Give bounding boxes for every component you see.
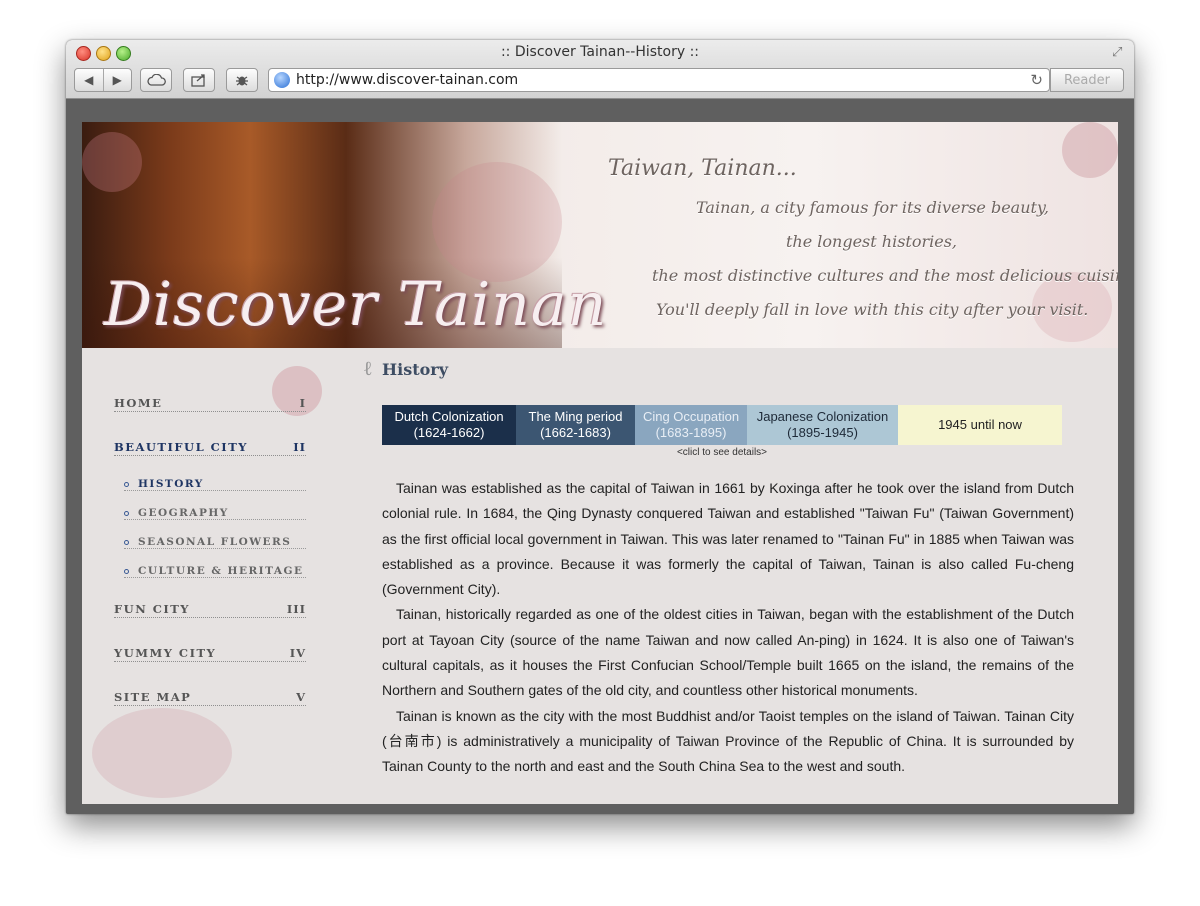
banner-tagline: the most distinctive cultures and the mo…: [652, 266, 1118, 285]
timeline-period-name: 1945 until now: [938, 417, 1022, 432]
bullet-icon: [124, 540, 129, 545]
nav-sub-history[interactable]: HISTORY: [124, 476, 306, 491]
share-button[interactable]: [183, 68, 215, 92]
address-bar[interactable]: http://www.discover-tainan.com ↻: [268, 68, 1050, 92]
forward-arrow-icon: ▶: [112, 73, 122, 87]
header-banner: Discover Tainan Taiwan, Tainan... Tainan…: [82, 122, 1118, 348]
timeline-period-name: Cing Occupation: [642, 409, 740, 424]
nav-fun-city[interactable]: FUN CITY III: [114, 600, 306, 618]
banner-tagline: You'll deeply fall in love with this cit…: [656, 300, 1089, 319]
nav-sub-seasonal-flowers[interactable]: SEASONAL FLOWERS: [124, 534, 306, 549]
browser-window: :: Discover Tainan--History :: ⤢ ◀ ▶ htt…: [66, 40, 1134, 814]
timeline-cing-occupation[interactable]: Cing Occupation (1683-1895): [635, 405, 747, 445]
nav-fun-label: FUN CITY: [114, 602, 191, 616]
timeline-period-name: Japanese Colonization: [756, 409, 889, 424]
sidebar-nav: HOME I BEAUTIFUL CITY II HISTORY GEOGRAP…: [82, 348, 352, 804]
timeline-ming-period[interactable]: The Ming period (1662-1683): [516, 405, 635, 445]
nav-home-num: I: [299, 396, 306, 410]
nav-fun-num: III: [286, 602, 306, 616]
bug-icon: [236, 76, 248, 86]
nav-sub-label: CULTURE & HERITAGE: [138, 565, 304, 577]
url-text: http://www.discover-tainan.com: [296, 72, 519, 88]
timeline-period-name: Dutch Colonization: [394, 409, 504, 424]
banner-tagline: the longest histories,: [786, 232, 958, 251]
timeline-japanese-colonization[interactable]: Japanese Colonization (1895-1945): [747, 405, 898, 445]
share-icon: [191, 74, 205, 87]
nav-sub-label: HISTORY: [138, 478, 204, 490]
flower-decoration: [1062, 122, 1118, 178]
bullet-icon: [124, 511, 129, 516]
page-title: History: [382, 359, 448, 379]
back-arrow-icon: ◀: [84, 73, 94, 87]
cloud-icon: [147, 74, 166, 86]
bullet-icon: [124, 569, 129, 574]
section-heading: ℓ History: [363, 358, 1074, 380]
nav-sub-culture-heritage[interactable]: CULTURE & HERITAGE: [124, 563, 306, 578]
curl-ornament-icon: ℓ: [363, 356, 373, 380]
timeline-period-years: (1895-1945): [787, 425, 858, 440]
flower-decoration: [432, 162, 562, 282]
forward-button[interactable]: ▶: [102, 69, 132, 91]
flower-decoration: [92, 708, 232, 798]
nav-beautiful-city[interactable]: BEAUTIFUL CITY II: [114, 438, 306, 456]
flower-decoration: [82, 132, 142, 192]
banner-tagline: Taiwan, Tainan...: [608, 156, 797, 181]
nav-site-map[interactable]: SITE MAP V: [114, 688, 306, 706]
nav-sub-geography[interactable]: GEOGRAPHY: [124, 505, 306, 520]
history-timeline: Dutch Colonization (1624-1662) The Ming …: [382, 405, 1062, 445]
bullet-icon: [124, 482, 129, 487]
timeline-hint: <clicl to see details>: [676, 447, 768, 458]
fullscreen-icon[interactable]: ⤢: [1112, 45, 1126, 59]
timeline-period-years: (1683-1895): [655, 425, 727, 440]
nav-home-label: HOME: [114, 396, 163, 410]
nav-sitemap-num: V: [296, 690, 306, 704]
timeline-period-years: (1662-1683): [540, 425, 611, 440]
nav-home[interactable]: HOME I: [114, 394, 306, 412]
timeline-dutch-colonization[interactable]: Dutch Colonization (1624-1662): [382, 405, 516, 445]
nav-beautiful-num: II: [293, 440, 306, 454]
reader-button[interactable]: Reader: [1050, 68, 1124, 92]
site-logo: Discover Tainan: [104, 270, 608, 340]
timeline-period-years: (1624-1662): [413, 425, 485, 440]
back-forward-group: ◀ ▶: [74, 68, 132, 92]
back-button[interactable]: ◀: [75, 69, 103, 91]
banner-tagline: Tainan, a city famous for its diverse be…: [696, 198, 1049, 217]
main-content: ℓ History Dutch Colonization (1624-1662)…: [363, 358, 1074, 774]
nav-yummy-num: IV: [289, 646, 306, 660]
window-title: :: Discover Tainan--History ::: [500, 44, 700, 60]
history-article: Tainan was established as the capital of…: [382, 476, 1074, 780]
globe-icon: [274, 72, 290, 88]
nav-sub-label: GEOGRAPHY: [138, 507, 229, 519]
nav-yummy-label: YUMMY CITY: [114, 646, 217, 660]
nav-beautiful-label: BEAUTIFUL CITY: [114, 440, 248, 454]
nav-yummy-city[interactable]: YUMMY CITY IV: [114, 644, 306, 662]
nav-sitemap-label: SITE MAP: [114, 690, 192, 704]
title-bar: :: Discover Tainan--History :: ⤢ ◀ ▶ htt…: [66, 40, 1134, 99]
timeline-period-name: The Ming period: [528, 409, 623, 424]
timeline-1945-until-now[interactable]: 1945 until now: [898, 405, 1062, 445]
article-paragraph: Tainan, historically regarded as one of …: [382, 606, 1074, 699]
web-page: Discover Tainan Taiwan, Tainan... Tainan…: [82, 122, 1118, 804]
extension-button[interactable]: [226, 68, 258, 92]
article-paragraph: Tainan was established as the capital of…: [382, 480, 1074, 598]
icloud-tabs-button[interactable]: [140, 68, 172, 92]
reload-icon[interactable]: ↻: [1030, 71, 1043, 89]
article-paragraph: Tainan is known as the city with the mos…: [382, 707, 1074, 775]
nav-sub-label: SEASONAL FLOWERS: [138, 536, 292, 548]
